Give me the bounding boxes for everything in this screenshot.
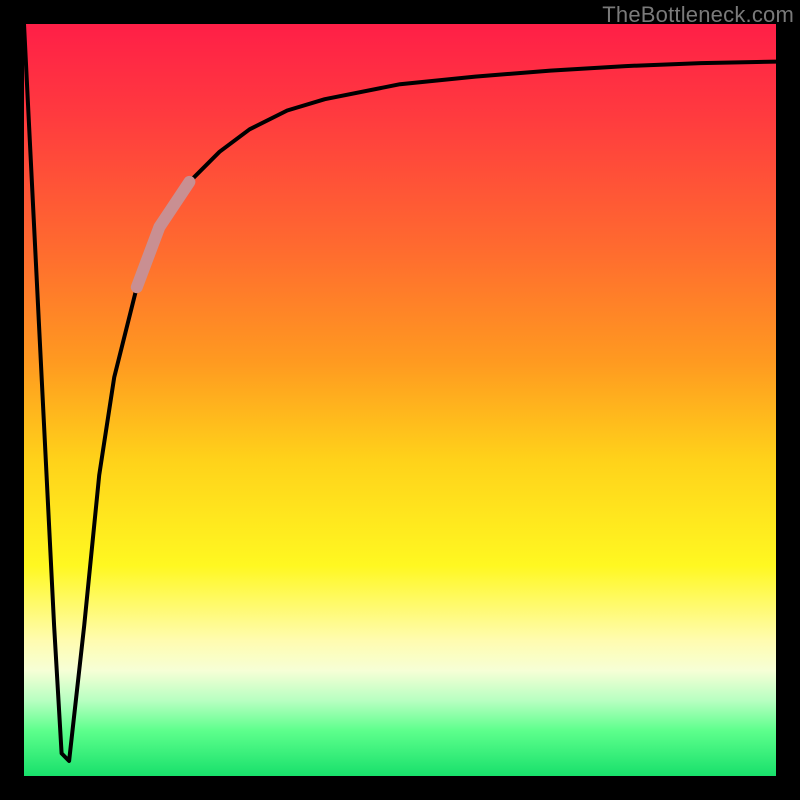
bottleneck-curve (24, 24, 776, 761)
bottleneck-curve-highlight (137, 182, 190, 287)
chart-frame: TheBottleneck.com (0, 0, 800, 800)
plot-area (24, 24, 776, 776)
curve-layer (24, 24, 776, 776)
attribution-text: TheBottleneck.com (602, 2, 794, 28)
